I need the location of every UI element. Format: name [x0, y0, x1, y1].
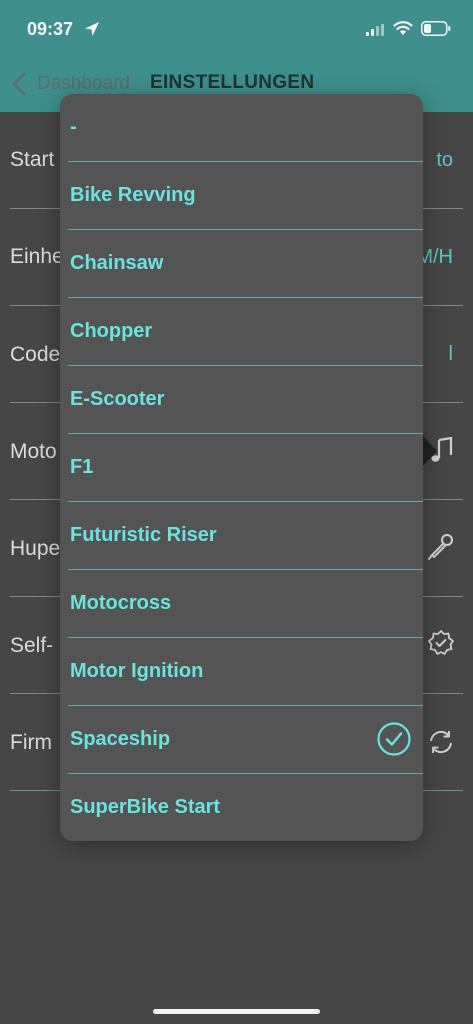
- menu-item-e-scooter[interactable]: E-Scooter: [60, 366, 423, 434]
- settings-row-label: Firm: [10, 731, 52, 754]
- menu-item-label: E-Scooter: [70, 388, 165, 410]
- menu-item-superbike-start[interactable]: SuperBike Start: [60, 774, 423, 841]
- menu-item-label: -: [70, 116, 77, 138]
- menu-item-label: Futuristic Riser: [70, 524, 217, 546]
- battery-icon: [421, 21, 451, 36]
- menu-item-chopper[interactable]: Chopper: [60, 298, 423, 366]
- status-bar: 09:37: [0, 0, 473, 60]
- settings-row-label: Start: [10, 148, 55, 171]
- menu-item-spaceship[interactable]: Spaceship: [60, 706, 423, 774]
- checkmark-circle-icon: [377, 722, 411, 756]
- menu-item-label: F1: [70, 456, 94, 478]
- page-title: EINSTELLUNGEN: [150, 72, 315, 93]
- menu-item-label: Chainsaw: [70, 252, 164, 274]
- back-button[interactable]: Dashboard: [37, 73, 130, 95]
- settings-row-label: Code: [10, 343, 61, 366]
- menu-item-label: SuperBike Start: [70, 796, 221, 818]
- settings-row-value: l: [448, 343, 453, 365]
- popover-arrow: [423, 436, 437, 466]
- menu-item-label: Motocross: [70, 592, 172, 614]
- settings-row-label: Moto: [10, 440, 57, 463]
- location-arrow-icon: [85, 22, 99, 36]
- menu-item-label: Bike Revving: [70, 184, 196, 206]
- status-time: 09:37: [27, 19, 74, 39]
- settings-row-label: Self-: [10, 634, 54, 657]
- menu-item-label: Motor Ignition: [70, 660, 204, 682]
- sound-selection-menu: - Bike Revving Chainsaw Chopper E-Scoote…: [60, 94, 423, 841]
- microphone-icon: [428, 534, 453, 560]
- menu-item-label: Chopper: [70, 320, 153, 342]
- menu-item-futuristic-riser[interactable]: Futuristic Riser: [60, 502, 423, 570]
- menu-item-f1[interactable]: F1: [60, 434, 423, 502]
- menu-item-bike-revving[interactable]: Bike Revving: [60, 162, 423, 230]
- menu-item-motocross[interactable]: Motocross: [60, 570, 423, 638]
- menu-item-chainsaw[interactable]: Chainsaw: [60, 230, 423, 298]
- sync-icon: [430, 730, 452, 754]
- verified-badge-icon: [428, 630, 454, 655]
- home-indicator[interactable]: [153, 1009, 320, 1014]
- menu-item-none[interactable]: -: [60, 94, 423, 162]
- signal-icon: [366, 24, 384, 36]
- settings-row-label: Einhe: [10, 245, 64, 268]
- menu-item-label: Spaceship: [70, 728, 171, 750]
- wifi-icon: [393, 21, 413, 35]
- settings-row-label: Hupe: [10, 537, 61, 560]
- menu-item-motor-ignition[interactable]: Motor Ignition: [60, 638, 423, 706]
- settings-row-value: to: [436, 149, 453, 171]
- chevron-left-icon[interactable]: [12, 72, 26, 96]
